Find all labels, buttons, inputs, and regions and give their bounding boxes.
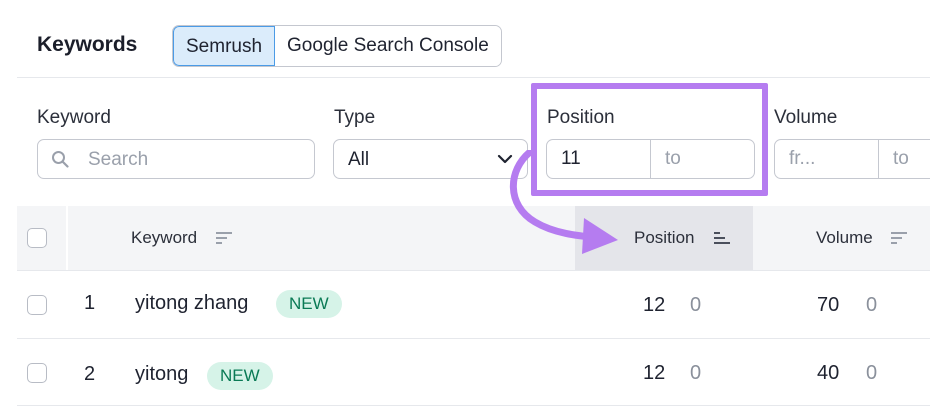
keyword-search-input[interactable]: Search — [37, 139, 315, 179]
page-title: Keywords — [37, 33, 138, 56]
position-value: 12 — [643, 362, 666, 384]
position-change: 0 — [690, 294, 702, 316]
search-placeholder: Search — [88, 149, 149, 170]
row-divider — [17, 338, 930, 339]
row-gap — [66, 271, 68, 337]
volume-from-input[interactable]: fr... — [775, 140, 879, 178]
keyword-filter-label: Keyword — [37, 107, 111, 128]
sort-icon[interactable] — [215, 231, 233, 245]
volume-to-input[interactable]: to — [879, 140, 930, 178]
position-column-header[interactable]: Position — [634, 228, 694, 248]
search-icon — [52, 151, 69, 168]
row-index: 1 — [84, 292, 96, 314]
type-filter-label: Type — [334, 107, 376, 128]
row-gap — [66, 339, 68, 405]
keyword-link[interactable]: yitong — [135, 363, 188, 386]
type-select[interactable]: All — [333, 139, 528, 179]
sort-ascending-icon[interactable] — [713, 231, 731, 245]
volume-filter-label: Volume — [774, 107, 838, 128]
select-all-checkbox[interactable] — [27, 228, 47, 248]
volume-change: 0 — [866, 362, 878, 384]
row-index: 2 — [84, 363, 96, 385]
source-switcher: Semrush Google Search Console — [172, 25, 502, 67]
annotation-arrow-icon — [509, 150, 618, 254]
volume-change: 0 — [866, 294, 878, 316]
position-value: 12 — [643, 294, 666, 316]
row-checkbox[interactable] — [27, 363, 47, 383]
row-divider — [17, 270, 930, 271]
keyword-column-header[interactable]: Keyword — [131, 228, 197, 248]
type-select-value: All — [348, 149, 370, 170]
row-divider — [17, 405, 930, 406]
volume-value: 70 — [817, 294, 840, 316]
position-change: 0 — [690, 362, 702, 384]
new-badge: NEW — [276, 290, 342, 318]
header-divider — [66, 206, 68, 270]
sort-icon[interactable] — [890, 231, 908, 245]
divider — [17, 77, 930, 78]
source-tab-google-search-console[interactable]: Google Search Console — [275, 26, 501, 66]
new-badge: NEW — [207, 362, 273, 390]
source-tab-semrush[interactable]: Semrush — [173, 26, 276, 66]
keyword-link[interactable]: yitong zhang — [135, 292, 248, 315]
volume-value: 40 — [817, 362, 840, 384]
row-checkbox[interactable] — [27, 295, 47, 315]
volume-range-filter: fr... to — [774, 139, 930, 179]
volume-column-header[interactable]: Volume — [816, 228, 873, 248]
